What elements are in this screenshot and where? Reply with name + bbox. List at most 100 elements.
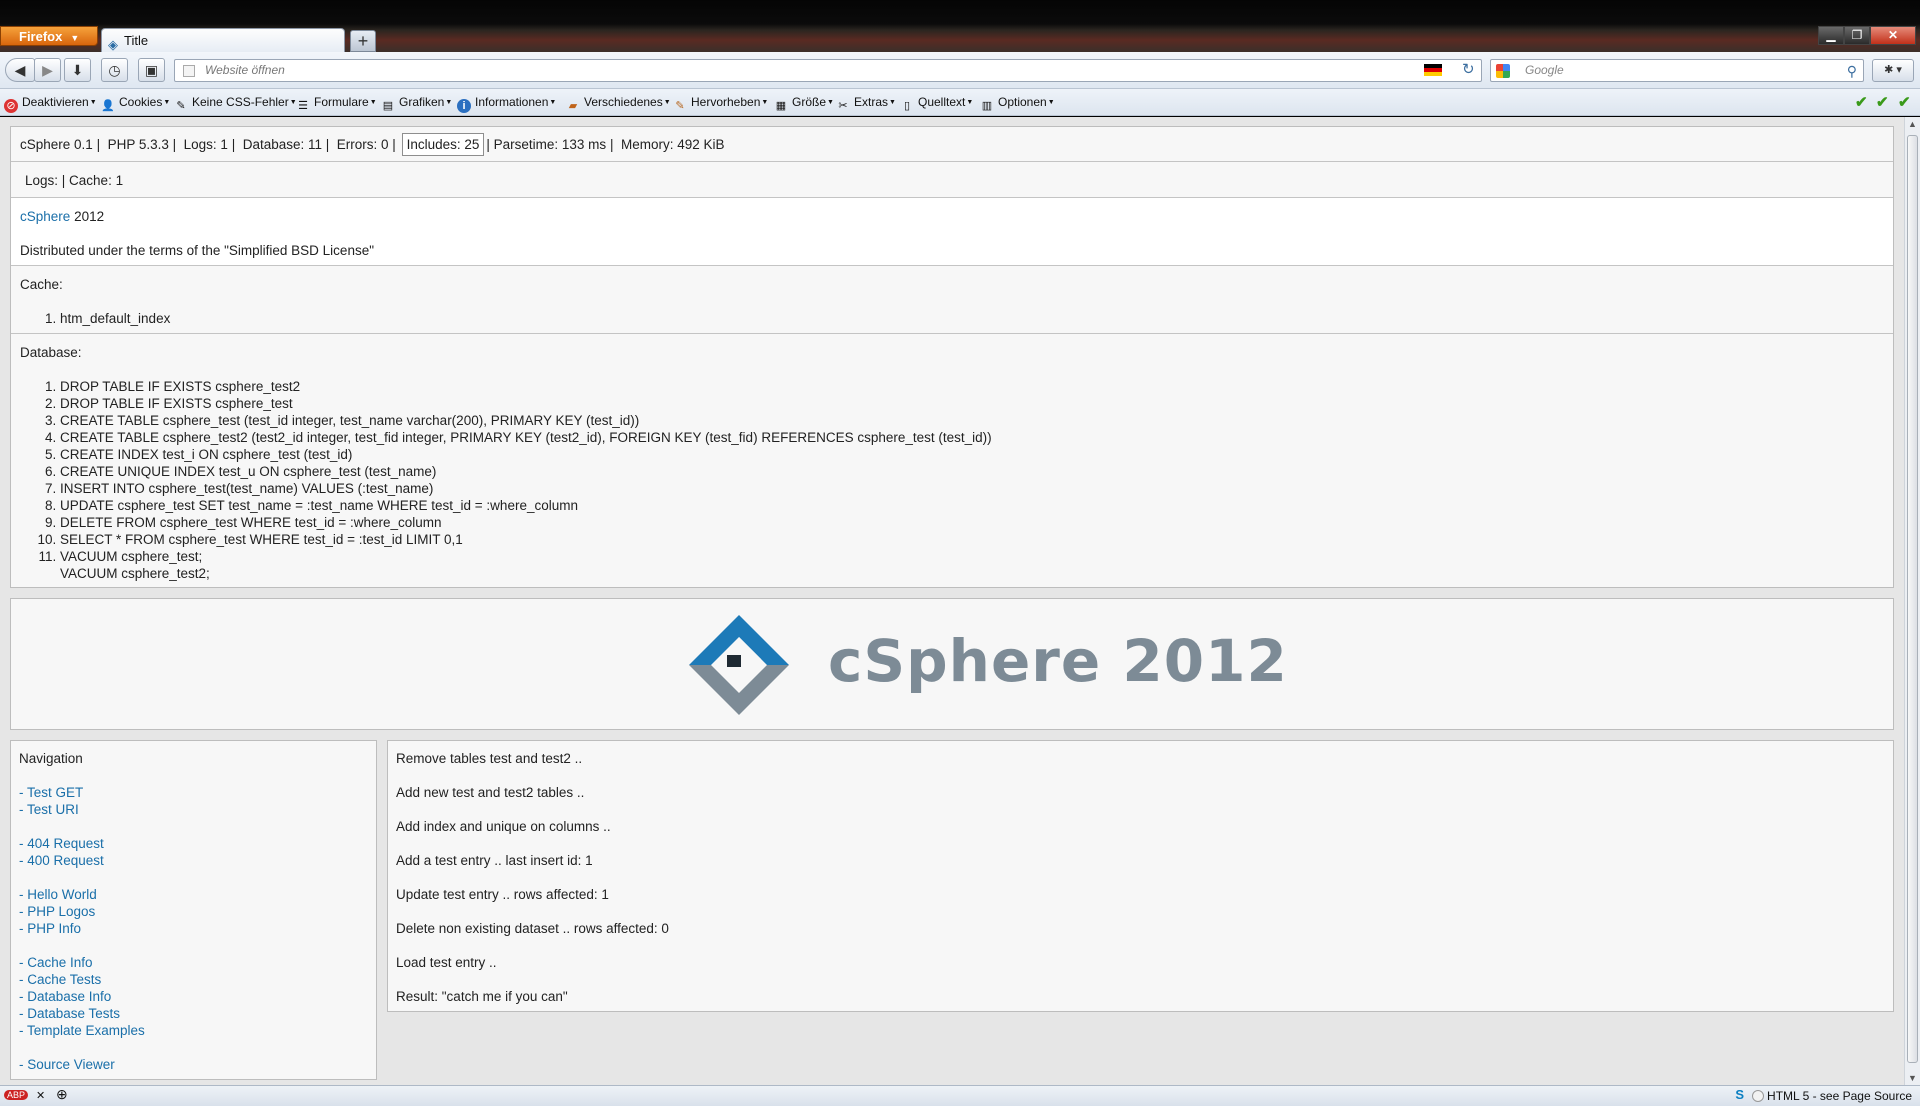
- downloads-button[interactable]: ⬇: [64, 58, 91, 82]
- debug-logs-bar: Logs: | Cache: 1: [11, 162, 1893, 198]
- dev-resize-menu[interactable]: ▦ Größe▼: [774, 94, 834, 113]
- cache-title: Cache:: [20, 277, 63, 292]
- dropdown-caret-icon: ▼: [966, 99, 974, 106]
- dropdown-caret-icon: ▼: [889, 99, 896, 106]
- html-valid-check-icon[interactable]: ✔: [1876, 93, 1889, 111]
- scrollbar-thumb[interactable]: [1907, 135, 1918, 1063]
- dev-menu-label: Formulare: [314, 95, 369, 109]
- js-valid-check-icon[interactable]: ✔: [1898, 93, 1911, 111]
- scroll-down-icon[interactable]: ▼: [1908, 1073, 1917, 1083]
- dev-menu-label: Keine CSS-Fehler: [192, 95, 289, 109]
- close-window-button[interactable]: ✕: [1870, 26, 1916, 45]
- nav-link-test-get[interactable]: - Test GET: [19, 784, 376, 801]
- options-icon: ▥: [981, 100, 993, 112]
- url-input[interactable]: Website öffnen: [174, 59, 1482, 82]
- nav-link-hello-world[interactable]: - Hello World: [19, 886, 376, 903]
- dev-menu-label: Quelltext: [918, 95, 966, 109]
- dev-source-menu[interactable]: ▯ Quelltext▼: [900, 94, 973, 113]
- firefox-menu-button[interactable]: Firefox ▼: [0, 26, 98, 46]
- status-text[interactable]: HTML 5 - see Page Source: [1767, 1089, 1912, 1103]
- logs-label[interactable]: Logs:: [25, 173, 58, 188]
- nav-link-cache-info[interactable]: - Cache Info: [19, 954, 376, 971]
- browser-tab[interactable]: ◈ Title: [101, 28, 345, 53]
- dev-disable-menu[interactable]: ⊘ Deaktivieren▼: [4, 94, 97, 113]
- csphere-logo-icon[interactable]: [683, 609, 795, 721]
- abp-icon[interactable]: ABP: [4, 1090, 29, 1100]
- query-item: DROP TABLE IF EXISTS csphere_test2: [60, 378, 1893, 395]
- status-circle-icon[interactable]: [1752, 1090, 1764, 1102]
- dev-tools-menu[interactable]: ✂ Extras▼: [836, 94, 896, 113]
- dev-forms-menu[interactable]: ☰ Formulare▼: [296, 94, 377, 113]
- dev-menu-label: Grafiken: [399, 95, 445, 109]
- nav-link-400-request[interactable]: - 400 Request: [19, 852, 376, 869]
- german-flag-icon[interactable]: [1424, 64, 1442, 76]
- nav-link-404-request[interactable]: - 404 Request: [19, 835, 376, 852]
- arrow-right-icon: ▶: [42, 62, 53, 78]
- content-line: Load test entry ..: [396, 955, 497, 970]
- stat-database[interactable]: Database: 11: [243, 137, 322, 152]
- search-placeholder: Google: [1525, 63, 1564, 77]
- bookmarks-button[interactable]: ▣: [138, 58, 165, 82]
- nav-link-php-logos[interactable]: - PHP Logos: [19, 903, 376, 920]
- new-tab-button[interactable]: +: [350, 30, 376, 52]
- dev-menu-label: Optionen: [998, 95, 1047, 109]
- search-input[interactable]: Google ⚲: [1490, 59, 1864, 82]
- plus-icon: +: [357, 31, 369, 51]
- nav-link-database-tests[interactable]: - Database Tests: [19, 1005, 376, 1022]
- close-icon: ✕: [1887, 28, 1899, 42]
- query-item: UPDATE csphere_test SET test_name = :tes…: [60, 497, 1893, 514]
- nav-link-source-viewer[interactable]: - Source Viewer: [19, 1056, 376, 1073]
- navigation-panel: Navigation - Test GET - Test URI - 404 R…: [10, 740, 377, 1080]
- minimize-button[interactable]: ▁: [1818, 26, 1844, 45]
- dev-outline-menu[interactable]: ✎ Hervorheben▼: [673, 94, 768, 113]
- dev-options-menu[interactable]: ▥ Optionen▼: [980, 94, 1055, 113]
- arrow-left-icon: ◀: [14, 62, 26, 78]
- dev-information-menu[interactable]: i Informationen▼: [457, 94, 556, 113]
- nav-link-test-uri[interactable]: - Test URI: [19, 801, 376, 818]
- maximize-button[interactable]: ❐: [1844, 26, 1870, 45]
- skype-icon[interactable]: S: [1735, 1087, 1744, 1102]
- stat-includes[interactable]: Includes: 25: [401, 133, 485, 156]
- css-valid-check-icon[interactable]: ✔: [1855, 93, 1868, 111]
- cache-count[interactable]: Cache: 1: [69, 173, 123, 188]
- nav-link-template-examples[interactable]: - Template Examples: [19, 1022, 376, 1039]
- navigation-title: Navigation: [19, 751, 83, 766]
- content-line: Add index and unique on columns ..: [396, 819, 611, 834]
- dev-images-menu[interactable]: ▤ Grafiken▼: [381, 94, 453, 113]
- info-icon: i: [457, 99, 471, 113]
- nav-link-php-info[interactable]: - PHP Info: [19, 920, 376, 937]
- firefox-menu-label: Firefox: [19, 29, 63, 44]
- addon-button[interactable]: ✱ ▾: [1872, 59, 1914, 82]
- scroll-up-icon[interactable]: ▲: [1908, 119, 1917, 129]
- dev-misc-menu[interactable]: ▰ Verschiedenes▼: [566, 94, 671, 113]
- search-icon[interactable]: ⚲: [1847, 61, 1857, 82]
- dropdown-caret-icon: ▼: [1047, 99, 1055, 106]
- forward-button[interactable]: ▶: [34, 58, 61, 82]
- stat-logs[interactable]: Logs: 1: [184, 137, 228, 152]
- vertical-scrollbar[interactable]: ▲ ▼: [1904, 117, 1920, 1085]
- history-button[interactable]: ◷: [101, 58, 128, 82]
- image-icon: ▤: [382, 100, 394, 112]
- dev-css-menu[interactable]: ✎ Keine CSS-Fehler▼: [174, 94, 296, 113]
- query-item: VACUUM csphere_test; VACUUM csphere_test2…: [60, 548, 1893, 582]
- stat-php: PHP 5.3.3: [107, 137, 169, 152]
- back-button[interactable]: ◀: [5, 58, 35, 82]
- restore-icon: ❐: [1851, 28, 1863, 42]
- disable-icon: ⊘: [4, 99, 18, 113]
- query-list: DROP TABLE IF EXISTS csphere_test2 DROP …: [60, 378, 1893, 582]
- reload-icon[interactable]: ↻: [1462, 60, 1475, 78]
- nav-link-database-info[interactable]: - Database Info: [19, 988, 376, 1005]
- status-bar: ABP ✕ ⊕ S HTML 5 - see Page Source: [0, 1085, 1920, 1106]
- content-line: Add new test and test2 tables ..: [396, 785, 585, 800]
- content-line: Delete non existing dataset .. rows affe…: [396, 921, 669, 936]
- form-icon: ☰: [298, 100, 308, 112]
- nav-link-cache-tests[interactable]: - Cache Tests: [19, 971, 376, 988]
- dev-cookies-menu[interactable]: 👤 Cookies▼: [101, 94, 170, 113]
- csphere-link[interactable]: cSphere: [20, 209, 70, 224]
- stat-errors[interactable]: Errors: 0: [337, 137, 389, 152]
- globe-icon[interactable]: ⊕: [56, 1086, 68, 1103]
- debug-panel: cSphere 0.1 | PHP 5.3.3 | Logs: 1 | Data…: [10, 126, 1894, 588]
- close-icon[interactable]: ✕: [36, 1089, 45, 1102]
- query-item: CREATE TABLE csphere_test2 (test2_id int…: [60, 429, 1893, 446]
